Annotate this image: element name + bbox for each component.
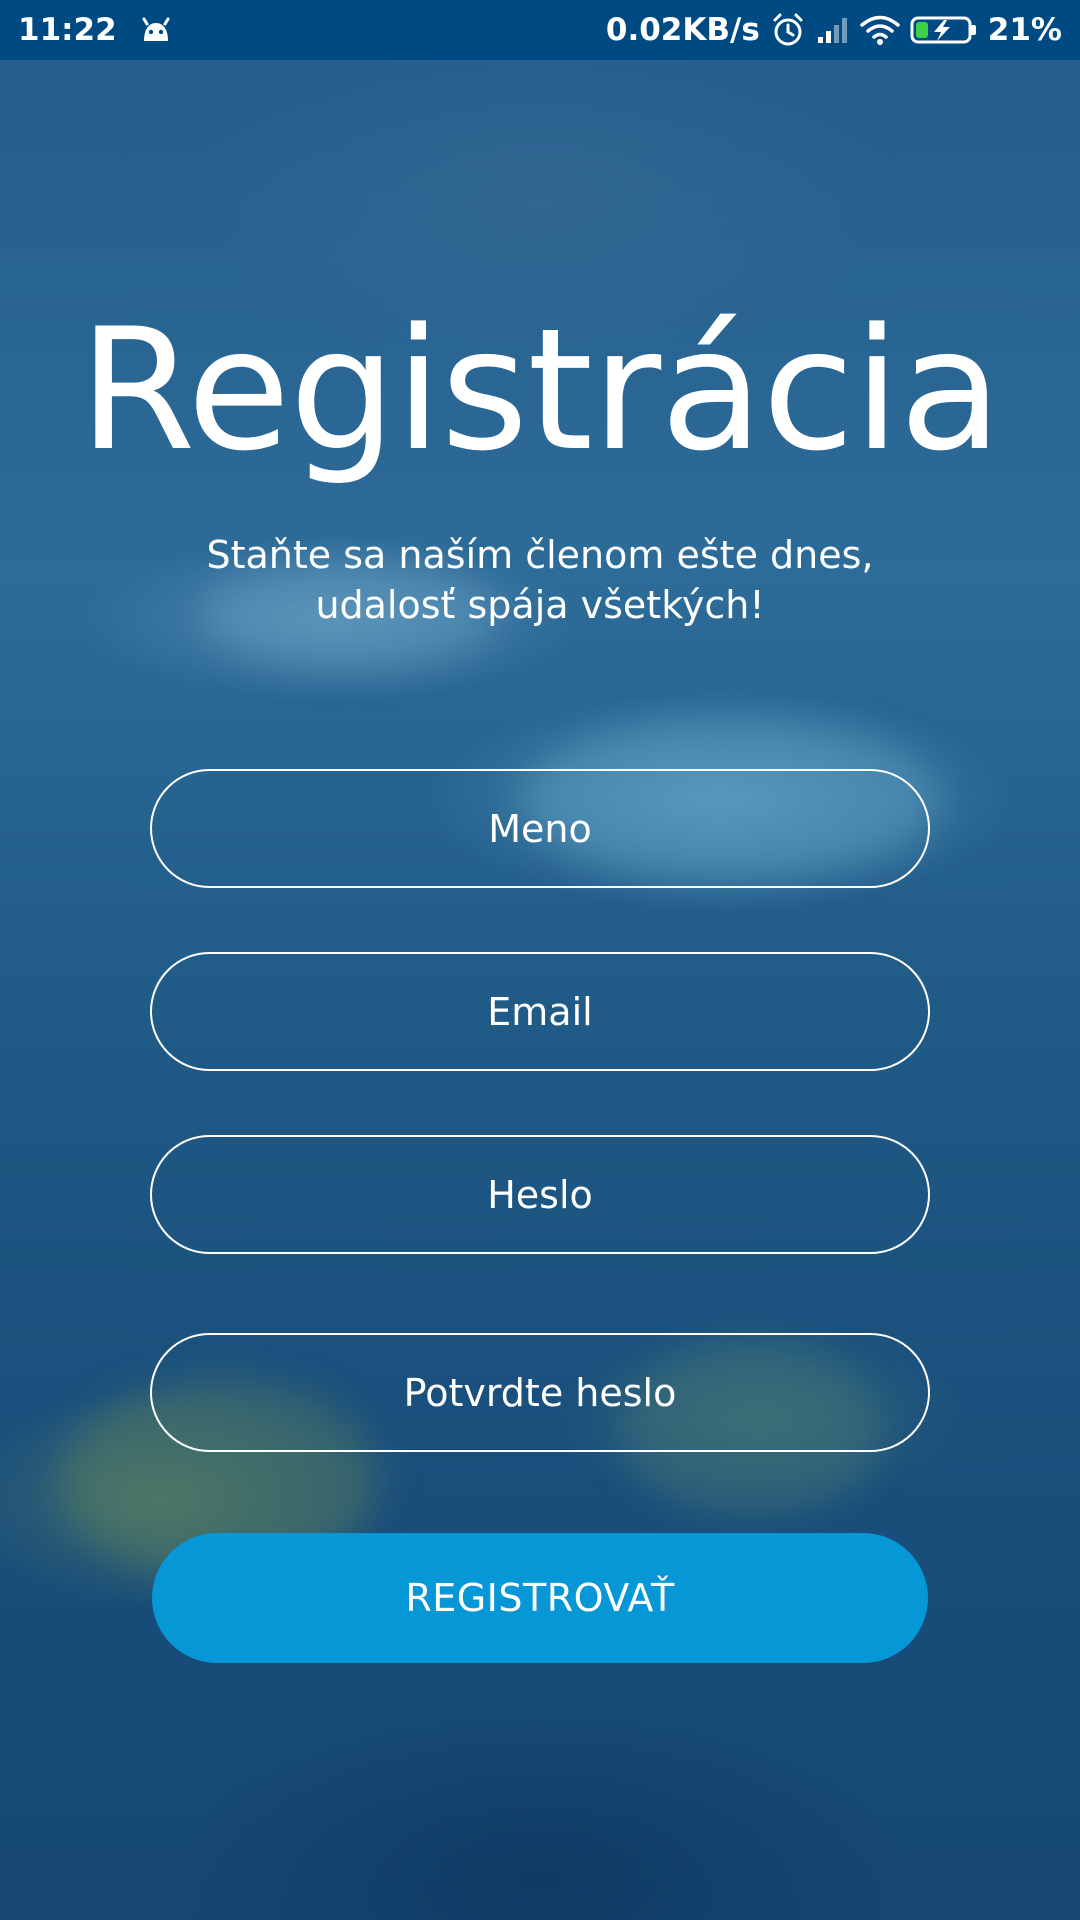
registration-screen: Registrácia Staňte sa naším členom ešte … — [0, 60, 1080, 1920]
network-speed: 0.02KB/s — [605, 12, 760, 48]
battery-percent: 21% — [987, 12, 1062, 48]
signal-icon — [816, 15, 850, 45]
register-button[interactable]: REGISTROVAŤ — [152, 1533, 928, 1663]
page-title: Registrácia — [78, 292, 1002, 488]
android-icon — [139, 17, 173, 43]
confirm-password-field[interactable] — [150, 1333, 930, 1452]
status-bar: 11:22 0.02KB/s 21% — [0, 0, 1080, 60]
password-field[interactable] — [150, 1135, 930, 1254]
email-field[interactable] — [150, 952, 930, 1071]
subtitle-line-2: udalosť spája všetkých! — [315, 583, 765, 627]
alarm-icon — [770, 12, 806, 48]
page-subtitle: Staňte sa naším členom ešte dnes, udalos… — [90, 530, 990, 630]
subtitle-line-1: Staňte sa naším členom ešte dnes, — [206, 533, 874, 577]
status-time: 11:22 — [18, 12, 117, 48]
name-field[interactable] — [150, 769, 930, 888]
wifi-icon — [860, 14, 900, 46]
battery-charging-icon — [910, 15, 978, 45]
